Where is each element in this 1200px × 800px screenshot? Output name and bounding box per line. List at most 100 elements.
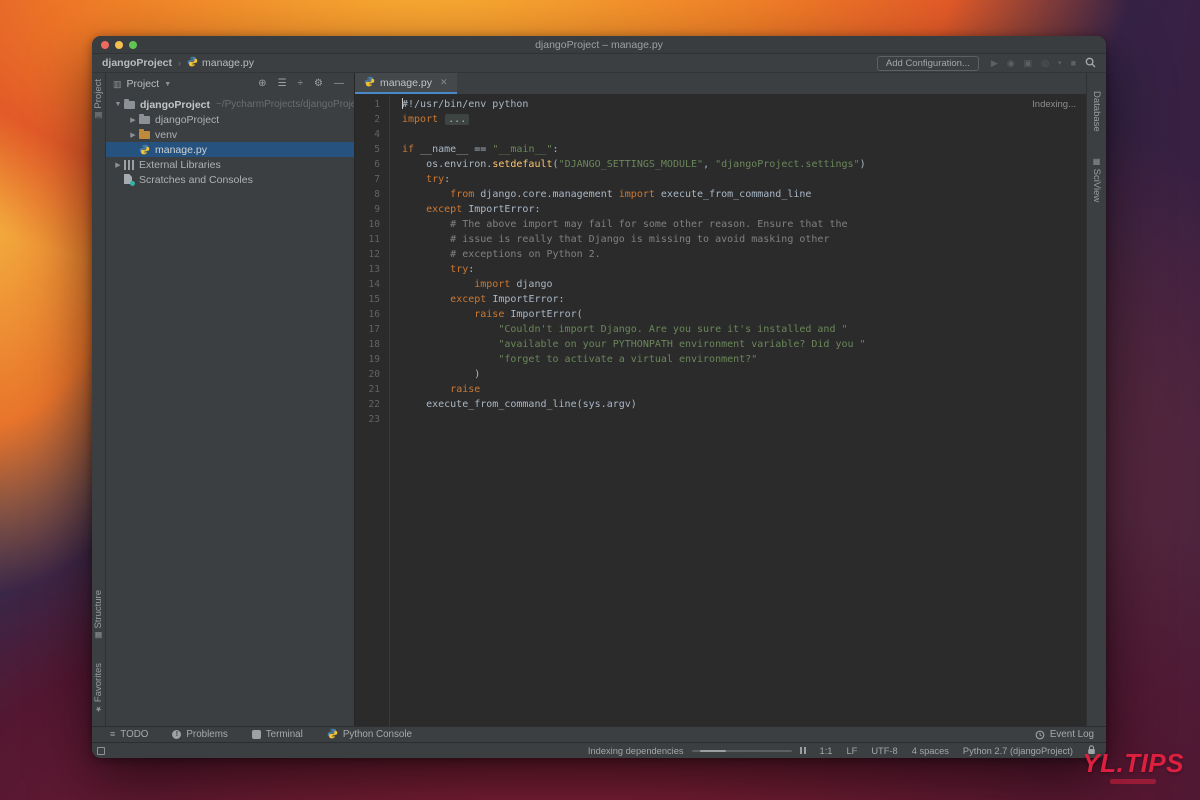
line-number[interactable]: 16 bbox=[355, 307, 389, 322]
search-everywhere-icon[interactable] bbox=[1085, 57, 1096, 70]
line-number[interactable]: 9 bbox=[355, 202, 389, 217]
tree-item-manage-py[interactable]: manage.py bbox=[106, 142, 354, 157]
line-number[interactable]: 14 bbox=[355, 277, 389, 292]
tool-button-python-console[interactable]: Python Console bbox=[327, 728, 412, 742]
line-number[interactable]: 6 bbox=[355, 157, 389, 172]
code-line[interactable]: 17 "Couldn't import Django. Are you sure… bbox=[355, 322, 1086, 337]
pause-icon[interactable] bbox=[799, 747, 806, 754]
close-tab-icon[interactable]: ✕ bbox=[440, 77, 448, 88]
line-number[interactable]: 8 bbox=[355, 187, 389, 202]
line-number[interactable]: 18 bbox=[355, 337, 389, 352]
code-line[interactable]: 22 execute_from_command_line(sys.argv) bbox=[355, 397, 1086, 412]
tool-button-todo[interactable]: ≡ TODO bbox=[110, 728, 148, 742]
status-segment[interactable]: LF bbox=[846, 746, 857, 756]
line-number[interactable]: 2 bbox=[355, 112, 389, 127]
tree-item-venv[interactable]: ▶ venv bbox=[106, 127, 354, 142]
folder-icon bbox=[139, 129, 150, 139]
minimize-window-button[interactable] bbox=[115, 40, 123, 49]
tool-window-switcher-icon[interactable] bbox=[97, 746, 105, 755]
line-number[interactable]: 10 bbox=[355, 217, 389, 232]
stop-icon[interactable]: ■ bbox=[1071, 58, 1076, 68]
line-number[interactable]: 4 bbox=[355, 127, 389, 142]
code-line[interactable]: 19 "forget to activate a virtual environ… bbox=[355, 352, 1086, 367]
status-segment[interactable]: 4 spaces bbox=[912, 746, 949, 756]
code-line[interactable]: 6 os.environ.setdefault("DJANGO_SETTINGS… bbox=[355, 157, 1086, 172]
line-number[interactable]: 11 bbox=[355, 232, 389, 247]
code-line[interactable]: 9 except ImportError: bbox=[355, 202, 1086, 217]
line-number[interactable]: 19 bbox=[355, 352, 389, 367]
line-number[interactable]: 20 bbox=[355, 367, 389, 382]
coverage-icon[interactable]: ▣ bbox=[1024, 58, 1033, 69]
window-titlebar[interactable]: djangoProject – manage.py bbox=[92, 36, 1106, 54]
tree-item-djangoproject[interactable]: ▼ djangoProject ~/PycharmProjects/djangoPr… bbox=[106, 97, 354, 112]
collapse-all-icon[interactable]: ☰ bbox=[278, 79, 287, 89]
line-number[interactable]: 5 bbox=[355, 142, 389, 157]
run-icon[interactable]: ▶ bbox=[991, 58, 998, 69]
tool-tab-favorites[interactable]: ★ Favorites bbox=[93, 663, 104, 714]
tool-tab-project[interactable]: ▤ Project bbox=[93, 79, 104, 120]
chevron-right-icon: › bbox=[178, 58, 182, 68]
code-line[interactable]: 21 raise bbox=[355, 382, 1086, 397]
breadcrumb-file[interactable]: manage.py bbox=[187, 56, 254, 70]
code-line[interactable]: 7 try: bbox=[355, 172, 1086, 187]
profiler-icon[interactable]: ◎ bbox=[1041, 58, 1049, 69]
line-number[interactable]: 1 bbox=[355, 97, 389, 112]
tool-tab-sciview[interactable]: ▦ SciView bbox=[1091, 157, 1102, 202]
status-segment[interactable]: UTF-8 bbox=[871, 746, 897, 756]
hide-panel-icon[interactable]: — bbox=[334, 79, 344, 89]
code-line[interactable]: 14 import django bbox=[355, 277, 1086, 292]
breadcrumb-project[interactable]: djangoProject bbox=[102, 57, 172, 69]
line-number[interactable]: 22 bbox=[355, 397, 389, 412]
debug-icon[interactable]: ◉ bbox=[1007, 58, 1015, 69]
tool-tab-structure[interactable]: ▦ Structure bbox=[93, 590, 104, 640]
chevron-down-icon[interactable]: ▼ bbox=[164, 81, 171, 88]
tool-tab-database[interactable]: Database bbox=[1091, 91, 1102, 132]
code-line[interactable]: 15 except ImportError: bbox=[355, 292, 1086, 307]
line-number[interactable]: 17 bbox=[355, 322, 389, 337]
editor-tab-manage-py[interactable]: manage.py ✕ bbox=[355, 73, 457, 94]
chevron-down-icon[interactable]: ▼ bbox=[112, 101, 124, 108]
line-number[interactable]: 12 bbox=[355, 247, 389, 262]
code-line[interactable]: 13 try: bbox=[355, 262, 1086, 277]
event-log-button[interactable]: Event Log bbox=[1035, 729, 1094, 740]
code-line[interactable]: 20 ) bbox=[355, 367, 1086, 382]
tree-item-label: Scratches and Consoles bbox=[139, 173, 253, 186]
locate-file-icon[interactable]: ⊕ bbox=[258, 79, 266, 89]
tree-item-scratches-and-consoles[interactable]: Scratches and Consoles bbox=[106, 172, 354, 187]
code-line[interactable]: 8 from django.core.management import exe… bbox=[355, 187, 1086, 202]
chevron-down-icon[interactable]: ▾ bbox=[1058, 59, 1062, 67]
status-segment[interactable]: 1:1 bbox=[820, 746, 833, 756]
code-line[interactable]: 2 import ... bbox=[355, 112, 1086, 127]
chevron-right-icon[interactable]: ▶ bbox=[127, 116, 139, 124]
line-number[interactable]: 7 bbox=[355, 172, 389, 187]
code-line[interactable]: 18 "available on your PYTHONPATH environ… bbox=[355, 337, 1086, 352]
line-number[interactable]: 15 bbox=[355, 292, 389, 307]
code-editor[interactable]: Indexing... 1 #!/usr/bin/env python 2 impor… bbox=[355, 95, 1086, 726]
project-panel-title[interactable]: Project bbox=[127, 78, 160, 90]
code-line[interactable]: 5 if __name__ == "__main__": bbox=[355, 142, 1086, 157]
line-number[interactable]: 13 bbox=[355, 262, 389, 277]
settings-gear-icon[interactable]: ⚙ bbox=[314, 79, 323, 89]
code-line[interactable]: 10 # The above import may fail for some … bbox=[355, 217, 1086, 232]
code-line[interactable]: 1 #!/usr/bin/env python bbox=[355, 97, 1086, 112]
libraries-icon bbox=[124, 159, 134, 170]
tree-item-external-libraries[interactable]: ▶ External Libraries bbox=[106, 157, 354, 172]
chevron-right-icon[interactable]: ▶ bbox=[112, 161, 124, 169]
zoom-window-button[interactable] bbox=[129, 40, 137, 49]
code-line[interactable]: 23 bbox=[355, 412, 1086, 427]
code-line[interactable]: 16 raise ImportError( bbox=[355, 307, 1086, 322]
tree-item-djangoproject[interactable]: ▶ djangoProject bbox=[106, 112, 354, 127]
status-segment[interactable]: Python 2.7 (djangoProject) bbox=[963, 746, 1073, 756]
tool-button-terminal[interactable]: Terminal bbox=[251, 728, 303, 742]
add-configuration-button[interactable]: Add Configuration... bbox=[876, 55, 979, 71]
close-window-button[interactable] bbox=[101, 40, 109, 49]
expand-all-icon[interactable]: ÷ bbox=[298, 79, 304, 89]
line-number[interactable]: 21 bbox=[355, 382, 389, 397]
tool-button-problems[interactable]: ! Problems bbox=[172, 728, 228, 742]
line-number[interactable]: 23 bbox=[355, 412, 389, 427]
code-line[interactable]: 12 # exceptions on Python 2. bbox=[355, 247, 1086, 262]
code-line[interactable]: 4 bbox=[355, 127, 1086, 142]
chevron-right-icon[interactable]: ▶ bbox=[127, 131, 139, 139]
tree-item-path: ~/PycharmProjects/djangoProjec bbox=[216, 99, 354, 110]
code-line[interactable]: 11 # issue is really that Django is miss… bbox=[355, 232, 1086, 247]
